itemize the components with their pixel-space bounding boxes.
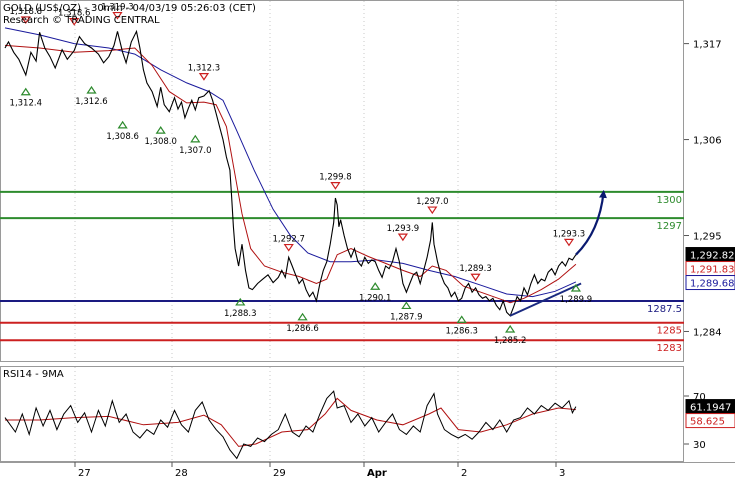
swing-label: 1,299.8	[319, 173, 351, 183]
y-tick-label: 1,317	[693, 40, 722, 51]
chart-title: GOLD (US$/OZ) - 30min - 04/03/19 05:26:0…	[3, 3, 256, 14]
swing-label: 1,288.3	[224, 309, 256, 319]
level-label: 1297	[657, 221, 682, 232]
swing-label: 1,307.0	[179, 146, 211, 156]
y-tick-label: 1,284	[693, 327, 722, 338]
y-tick-label: 1,295	[693, 232, 722, 243]
swing-label: 1,286.3	[445, 326, 477, 336]
swing-label: 1,289.9	[560, 295, 592, 305]
y-tick-label: 1,306	[693, 136, 722, 147]
swing-label: 1,312.4	[10, 99, 42, 109]
swing-label: 1,292.7	[272, 235, 304, 245]
level-label: 1287.5	[647, 304, 682, 315]
level-label: 1283	[657, 343, 682, 354]
x-tick-label: Apr	[367, 468, 387, 479]
last-value-label: 61.1947	[690, 403, 731, 414]
swing-label: 1,312.6	[75, 97, 107, 107]
level-label: 1300	[657, 195, 682, 206]
last-value-label: 1,291.83	[690, 265, 735, 276]
time-axis: 27 28 29 Apr 2 3	[74, 462, 565, 479]
rsi-title: RSI14 - 9MA	[3, 369, 64, 380]
last-value-label: 1,292.82	[690, 251, 735, 262]
last-value-label: 58.625	[690, 417, 725, 428]
swing-label: 1,312.3	[188, 64, 220, 74]
x-tick-label: 28	[175, 468, 188, 479]
rsi-panel-frame	[0, 366, 684, 462]
swing-label: 1,293.3	[553, 229, 585, 239]
chart-subtitle: Research © TRADING CENTRAL	[3, 15, 160, 26]
x-tick-label: 2	[461, 468, 467, 479]
swing-label: 1,293.9	[387, 224, 419, 234]
price-axis: 1,317 1,306 1,295 1,284	[684, 40, 722, 338]
swing-label: 1,308.0	[144, 137, 176, 147]
swing-label: 1,308.6	[106, 132, 138, 142]
swing-label: 1,289.3	[459, 264, 491, 274]
x-tick-label: 3	[559, 468, 565, 479]
swing-label: 1,285.2	[494, 336, 526, 346]
swing-label: 1,286.6	[286, 324, 318, 334]
x-tick-label: 29	[273, 468, 286, 479]
last-value-label: 1,289.68	[690, 279, 735, 290]
level-label: 1285	[657, 326, 682, 337]
swing-label: 1,297.0	[416, 197, 448, 207]
swing-label: 1,290.1	[359, 293, 391, 303]
x-tick-label: 27	[78, 468, 91, 479]
rsi-tick-label: 30	[693, 440, 706, 451]
swing-label: 1,287.9	[390, 312, 422, 322]
chart-canvas: 1,318.8 1,318.61,319.31,312.31,292.71,299…	[0, 0, 735, 479]
